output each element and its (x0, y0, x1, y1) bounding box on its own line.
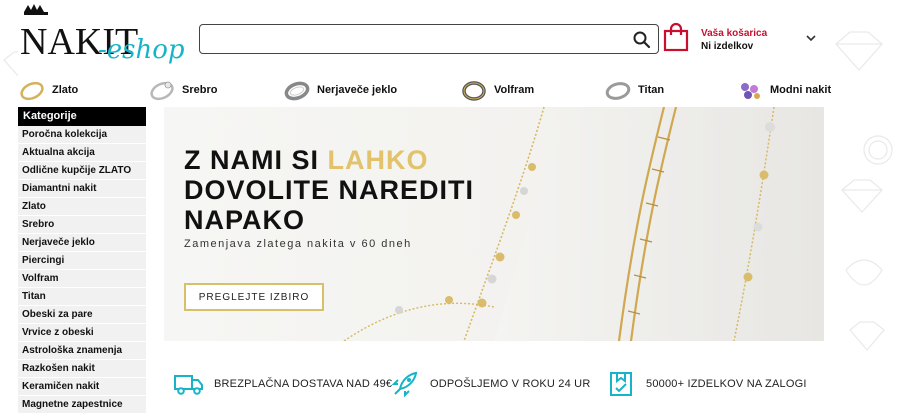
cart-title: Vaša košarica (701, 28, 768, 39)
nav-item-modni-nakit[interactable]: Modni nakit (736, 78, 831, 102)
feature-fast-dispatch: ODPOŠLJEMO V ROKU 24 UR (390, 368, 590, 400)
search-bar[interactable] (199, 24, 659, 54)
nav-item-titan[interactable]: Titan (604, 78, 664, 102)
nav-label: Srebro (182, 84, 218, 96)
tungsten-ring-icon (462, 81, 486, 101)
sidebar-item[interactable]: Nerjaveče jeklo (18, 234, 146, 252)
feature-in-stock: 50000+ IZDELKOV NA ZALOGI (606, 368, 807, 400)
category-sidebar: Kategorije Poročna kolekcija Aktualna ak… (18, 107, 146, 414)
sidebar-title: Kategorije (18, 107, 146, 126)
logo-graphic: NAKIT -eshop (20, 4, 185, 65)
site-logo[interactable]: NAKIT -eshop (18, 2, 188, 68)
rocket-icon (391, 371, 418, 397)
nav-label: Modni nakit (770, 84, 832, 96)
nav-item-volfram[interactable]: Volfram (460, 78, 534, 102)
nav-label: Nerjaveče jeklo (317, 84, 398, 96)
nav-item-srebro[interactable]: Srebro (148, 78, 217, 102)
nav-label: Zlato (52, 84, 79, 96)
truck-icon (174, 375, 203, 395)
titanium-ring-icon (605, 82, 631, 100)
feature-label: ODPOŠLJEMO V ROKU 24 UR (430, 378, 591, 390)
sidebar-item[interactable]: Diamantni nakit (18, 180, 146, 198)
hero-line1-highlight: LAHKO (327, 145, 429, 175)
sidebar-item[interactable]: Srebro (18, 216, 146, 234)
shopping-bag-icon (663, 22, 689, 52)
nav-label: Titan (638, 84, 665, 96)
nav-item-zlato[interactable]: Zlato (18, 78, 78, 102)
sidebar-item[interactable]: Aktualna akcija (18, 144, 146, 162)
sidebar-item[interactable]: Odlične kupčije ZLATO (18, 162, 146, 180)
gold-ring-icon (20, 81, 44, 101)
sidebar-item[interactable]: Volfram (18, 270, 146, 288)
category-nav: Zlato Srebro Nerjaveče jeklo Volfram Tit… (18, 78, 831, 102)
search-icon[interactable] (632, 30, 652, 50)
hero-subtitle: Zamenjava zlatega nakita v 60 dneh (184, 238, 412, 250)
sidebar-item[interactable]: Keramičen nakit (18, 378, 146, 396)
chevron-down-icon[interactable] (805, 32, 817, 44)
hero-cta-button[interactable]: PREGLEJTE IZBIRO (184, 283, 324, 311)
hero-line2: DOVOLITE NAREDITI (184, 175, 475, 205)
feature-label: 50000+ IZDELKOV NA ZALOGI (646, 378, 807, 390)
sidebar-item[interactable]: Piercingi (18, 252, 146, 270)
search-input[interactable] (206, 29, 610, 51)
sidebar-item[interactable]: Zlato (18, 198, 146, 216)
sidebar-item[interactable]: Vrvice z obeski (18, 324, 146, 342)
hero-line3: NAPAKO (184, 205, 306, 235)
sidebar-item[interactable]: Titan (18, 288, 146, 306)
package-icon (610, 372, 632, 396)
nav-label: Volfram (494, 84, 535, 96)
sidebar-item[interactable]: Poročna kolekcija (18, 126, 146, 144)
feature-label: BREZPLAČNA DOSTAVA NAD 49€ (214, 378, 393, 390)
sidebar-item[interactable]: Astrološka znamenja (18, 342, 146, 360)
cart-widget[interactable]: Vaša košarica Ni izdelkov (663, 22, 823, 58)
sidebar-item[interactable]: Magnetne zapestnice (18, 396, 146, 414)
page-container: NAKIT -eshop Vaša košarica Ni izdelkov Z… (18, 0, 831, 416)
sidebar-item[interactable]: Obeski za pare (18, 306, 146, 324)
sidebar-item[interactable]: Razkošen nakit (18, 360, 146, 378)
hero-headline: Z NAMI SI LAHKO DOVOLITE NAREDITI NAPAKO (184, 145, 474, 235)
hero-line1: Z NAMI SI (184, 145, 328, 175)
fashion-jewelry-icon (741, 83, 760, 99)
hero-banner[interactable]: Z NAMI SI LAHKO DOVOLITE NAREDITI NAPAKO… (164, 107, 824, 341)
silver-ring-icon (150, 81, 174, 101)
logo-script: -eshop (98, 35, 185, 65)
cart-status: Ni izdelkov (701, 41, 754, 52)
steel-ring-icon (284, 81, 310, 101)
feature-free-shipping: BREZPLAČNA DOSTAVA NAD 49€ (174, 368, 392, 400)
nav-item-nerjavece-jeklo[interactable]: Nerjaveče jeklo (283, 78, 397, 102)
